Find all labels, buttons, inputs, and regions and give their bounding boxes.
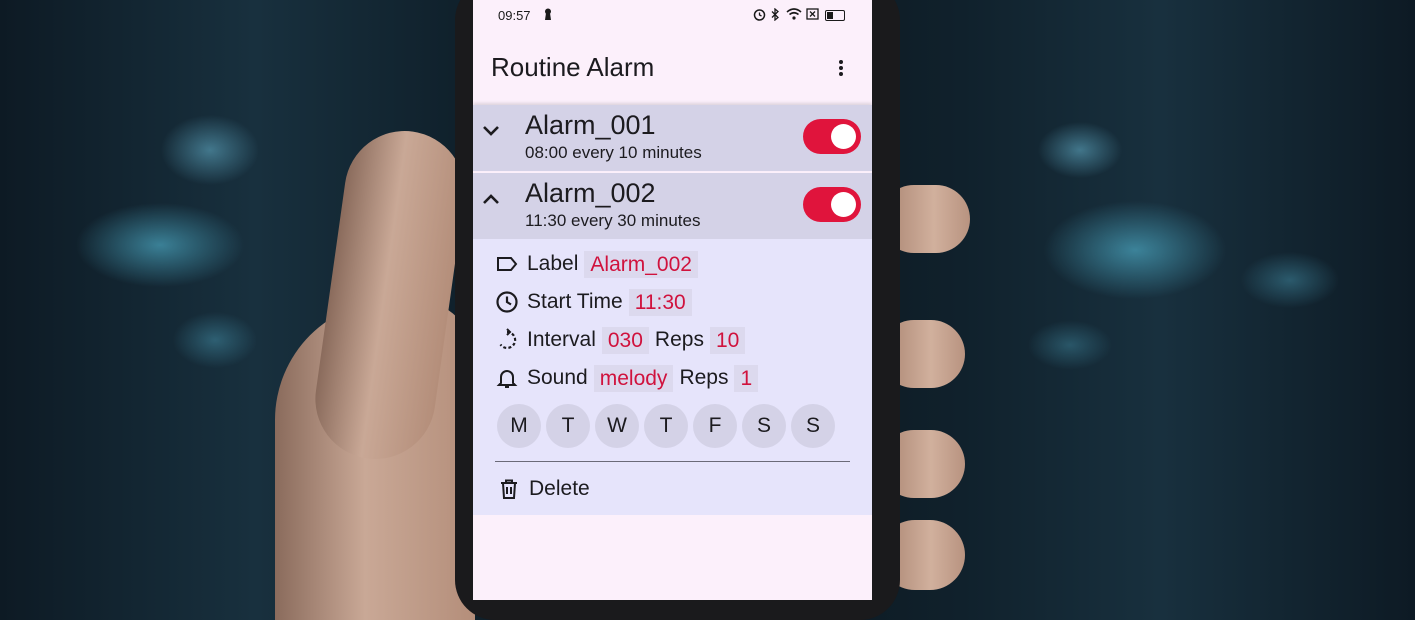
status-time: 09:57 [498, 8, 531, 23]
delete-button[interactable]: Delete [497, 477, 590, 501]
trash-icon [497, 477, 521, 501]
label-tag-icon [495, 252, 519, 276]
battery-icon [825, 10, 845, 21]
more-options-icon-dot [839, 72, 843, 76]
label-caption: Label [527, 252, 579, 275]
toggle-knob [831, 124, 856, 149]
interval-value-field[interactable]: 030 [601, 326, 649, 354]
app-title: Routine Alarm [491, 52, 655, 82]
day-toggle-tue[interactable]: T [546, 404, 590, 448]
start-time-value-field[interactable]: 11:30 [628, 288, 692, 316]
day-toggle-mon[interactable]: M [497, 404, 541, 448]
alarm-summary: 11:30 every 30 minutes [525, 211, 701, 230]
chevron-up-icon[interactable] [481, 189, 501, 209]
keyhole-icon [543, 8, 553, 23]
delete-label: Delete [529, 477, 590, 500]
divider [495, 461, 850, 462]
alarm-row[interactable]: Alarm_002 11:30 every 30 minutes [473, 173, 872, 239]
toggle-knob [831, 192, 856, 217]
status-bar: 09:57 [473, 0, 872, 32]
wifi-icon [786, 8, 802, 23]
day-toggle-sun[interactable]: S [791, 404, 835, 448]
alarm-name: Alarm_002 [525, 178, 656, 208]
interval-reps-caption: Reps [654, 328, 704, 351]
start-time-caption: Start Time [527, 290, 623, 313]
sound-reps-value-field[interactable]: 1 [734, 364, 759, 392]
alarm-summary: 08:00 every 10 minutes [525, 143, 702, 162]
bluetooth-icon [771, 7, 780, 24]
start-time-row: Start Time 11:30 [495, 288, 698, 316]
bell-icon [495, 366, 519, 390]
interval-row: Interval 030 Reps 10 [495, 326, 751, 354]
label-row: Label Alarm_002 [495, 250, 704, 278]
more-options-icon-dot [839, 66, 843, 70]
alarm-enabled-toggle[interactable] [803, 119, 861, 154]
day-toggle-sat[interactable]: S [742, 404, 786, 448]
day-toggle-thu[interactable]: T [644, 404, 688, 448]
repeat-icon [495, 328, 519, 352]
clock-icon [495, 290, 519, 314]
label-value-field[interactable]: Alarm_002 [584, 250, 698, 278]
app-bar: Routine Alarm [473, 32, 872, 104]
phone-screen: 09:57 Routine Alarm Alarm_001 08:00 ever… [473, 0, 872, 600]
alarm-name: Alarm_001 [525, 110, 656, 140]
day-toggle-wed[interactable]: W [595, 404, 639, 448]
sound-row: Sound melody Reps 1 [495, 364, 764, 392]
alarm-row[interactable]: Alarm_001 08:00 every 10 minutes [473, 105, 872, 171]
chevron-down-icon[interactable] [481, 121, 501, 141]
weekday-selector: M T W T F S S [497, 404, 840, 448]
alarm-details-panel: Label Alarm_002 Start Time 11:30 Interva… [473, 239, 872, 515]
more-options-icon [839, 60, 843, 64]
sound-value-field[interactable]: melody [593, 364, 674, 392]
more-options-button[interactable] [828, 52, 854, 84]
sound-caption: Sound [527, 366, 588, 389]
interval-caption: Interval [527, 328, 596, 351]
day-toggle-fri[interactable]: F [693, 404, 737, 448]
sound-reps-caption: Reps [679, 366, 729, 389]
interval-reps-value-field[interactable]: 10 [709, 326, 746, 354]
sim-off-icon [806, 8, 819, 23]
alarm-clock-icon [753, 8, 766, 24]
alarm-enabled-toggle[interactable] [803, 187, 861, 222]
